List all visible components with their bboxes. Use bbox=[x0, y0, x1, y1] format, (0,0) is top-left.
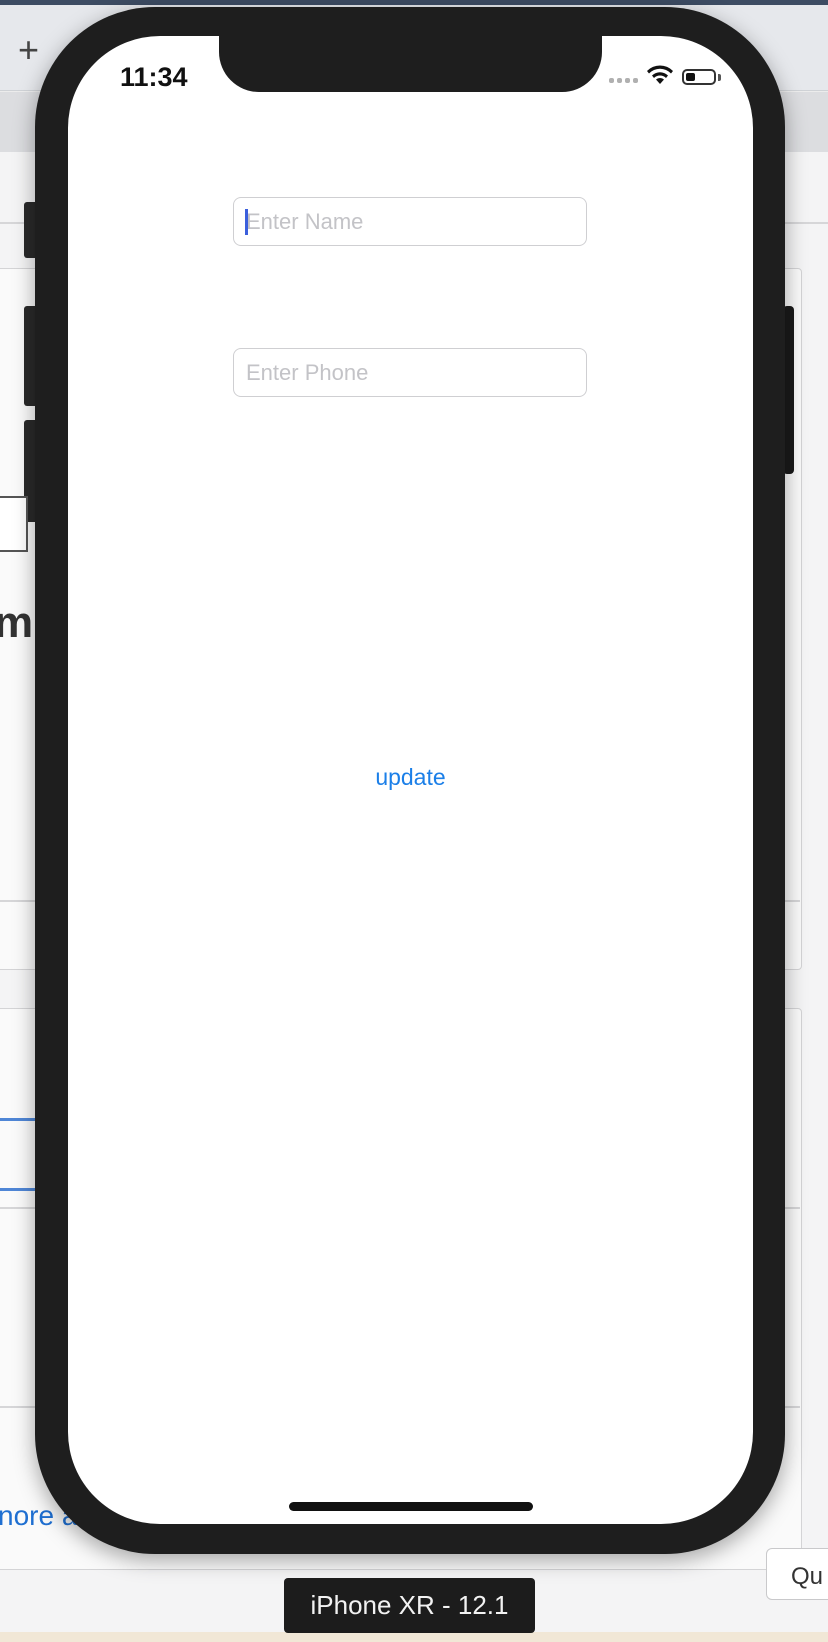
battery-cap bbox=[718, 74, 721, 81]
background-bottom-strip bbox=[0, 1632, 828, 1642]
phone-screen: 11:34 update bbox=[68, 36, 753, 1524]
home-indicator[interactable] bbox=[289, 1502, 533, 1511]
text-cursor bbox=[245, 209, 248, 235]
status-time: 11:34 bbox=[120, 62, 188, 92]
battery-fill bbox=[686, 73, 695, 81]
background-button-fragment[interactable]: Qu bbox=[766, 1548, 828, 1600]
name-input[interactable] bbox=[233, 197, 587, 246]
background-accent-line bbox=[0, 1188, 40, 1191]
cellular-signal-icon bbox=[609, 78, 638, 83]
phone-input[interactable] bbox=[233, 348, 587, 397]
simulator-device-label: iPhone XR - 12.1 bbox=[284, 1578, 535, 1633]
background-accent-line bbox=[0, 1118, 40, 1121]
background-heading-fragment: m bbox=[0, 598, 34, 647]
notch bbox=[219, 36, 602, 92]
browser-top-accent bbox=[0, 0, 828, 5]
battery-icon bbox=[682, 69, 716, 85]
iphone-frame: 11:34 update bbox=[35, 7, 785, 1554]
plus-icon[interactable]: + bbox=[18, 30, 39, 70]
wifi-icon bbox=[647, 65, 673, 84]
document-icon bbox=[0, 496, 28, 552]
update-button[interactable]: update bbox=[68, 764, 753, 791]
